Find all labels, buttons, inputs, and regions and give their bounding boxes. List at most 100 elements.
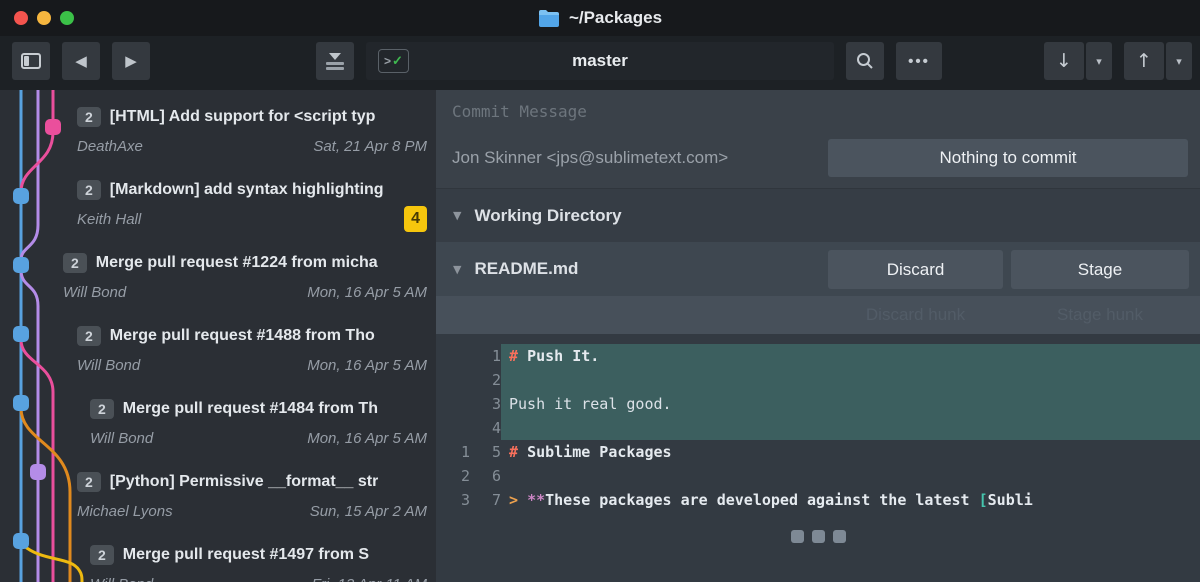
new-line-number: 2 <box>470 368 501 392</box>
commit-rows: 2[HTML] Add support for <script typDeath… <box>0 98 436 582</box>
commit-count-badge: 2 <box>77 472 101 492</box>
branch-selector[interactable]: > ✓ master <box>366 42 834 80</box>
new-line-number: 5 <box>470 440 501 464</box>
diff-line[interactable]: 2 <box>436 368 1200 392</box>
ellipsis-icon: ••• <box>908 53 930 70</box>
diff-line-code: Push it real good. <box>501 392 1200 416</box>
file-row-readme[interactable]: ▼ README.md Discard Stage <box>436 242 1200 296</box>
commit-list-item[interactable]: 2[Python] Permissive __format__ strMicha… <box>0 467 436 536</box>
diff-line[interactable]: 26 <box>436 464 1200 488</box>
fetch-button[interactable] <box>316 42 354 80</box>
zoom-window-button[interactable] <box>60 11 74 25</box>
commit-title: [Python] Permissive __format__ str <box>110 473 379 491</box>
diff-line[interactable]: 1# Push It. <box>436 344 1200 368</box>
minimize-window-button[interactable] <box>37 11 51 25</box>
diff-line[interactable]: 4 <box>436 416 1200 440</box>
commit-title: Merge pull request #1488 from Tho <box>110 327 375 345</box>
dot-icon <box>791 530 804 543</box>
commit-detail-panel: Commit Message Jon Skinner <jps@sublimet… <box>436 90 1200 582</box>
folder-icon <box>538 10 560 27</box>
stage-file-button[interactable]: Stage <box>1011 250 1189 289</box>
diff-line-code <box>501 368 1200 392</box>
new-line-number: 3 <box>470 392 501 416</box>
pull-button[interactable]: ↓ <box>1044 42 1084 80</box>
pull-icon: ↓ <box>1056 50 1072 72</box>
dot-icon <box>833 530 846 543</box>
commit-date: Fri, 13 Apr 11 AM <box>312 576 427 582</box>
commit-title: [HTML] Add support for <script typ <box>110 108 376 126</box>
chevron-down-icon: ▾ <box>1176 55 1182 68</box>
commit-author: Will Bond <box>77 357 140 374</box>
commit-author-label: Jon Skinner <jps@sublimetext.com> <box>452 148 728 168</box>
commit-author: Keith Hall <box>77 211 141 228</box>
commit-author: Will Bond <box>90 430 153 447</box>
toggle-sidebar-button[interactable] <box>12 42 50 80</box>
forward-button[interactable]: ▶ <box>112 42 150 80</box>
working-directory-header[interactable]: ▼ Working Directory <box>436 188 1200 242</box>
back-button[interactable]: ◀ <box>62 42 100 80</box>
hunk-header-bar: Discard hunk Stage hunk <box>436 296 1200 334</box>
window-controls <box>14 11 74 25</box>
diff-line[interactable]: 3Push it real good. <box>436 392 1200 416</box>
diff-line[interactable]: 37> **These packages are developed again… <box>436 488 1200 512</box>
title-bar: ~/Packages <box>0 0 1200 36</box>
diff-line-code <box>501 416 1200 440</box>
commit-list-item[interactable]: 2 [Markdown] add syntax highlighting Keith… <box>0 175 436 244</box>
diff-line-code: > **These packages are developed against… <box>501 488 1200 512</box>
more-content-indicator[interactable] <box>436 530 1200 543</box>
commit-title: Merge pull request #1497 from S <box>123 546 369 564</box>
old-line-number <box>436 344 470 368</box>
stage-hunk-button[interactable]: Stage hunk <box>1011 296 1189 334</box>
old-line-number <box>436 416 470 440</box>
commit-count-badge: 2 <box>77 326 101 346</box>
window-title: ~/Packages <box>538 8 662 28</box>
diff-line-code <box>501 464 1200 488</box>
commit-title: Merge pull request #1484 from Th <box>123 400 378 418</box>
commit-date: Mon, 16 Apr 5 AM <box>307 430 427 447</box>
old-line-number: 3 <box>436 488 470 512</box>
diff-view[interactable]: 1# Push It.23Push it real good.415# Subl… <box>436 334 1200 582</box>
commit-author: Will Bond <box>63 284 126 301</box>
more-options-button[interactable]: ••• <box>896 42 942 80</box>
commit-title: Merge pull request #1224 from micha <box>96 254 378 272</box>
old-line-number <box>436 368 470 392</box>
commit-count-badge: 2 <box>77 180 101 200</box>
commit-list-item[interactable]: 2Merge pull request #1497 from SWill Bon… <box>0 540 436 582</box>
window-title-text: ~/Packages <box>569 8 662 28</box>
commit-count-badge: 2 <box>63 253 87 273</box>
file-name-label: README.md <box>474 259 578 279</box>
new-line-number: 7 <box>470 488 501 512</box>
commit-date: Mon, 16 Apr 5 AM <box>307 284 427 301</box>
diff-line-code: # Sublime Packages <box>501 440 1200 464</box>
diff-line[interactable]: 15# Sublime Packages <box>436 440 1200 464</box>
new-line-number: 1 <box>470 344 501 368</box>
fetch-icon <box>326 53 344 70</box>
old-line-number: 1 <box>436 440 470 464</box>
collapse-icon[interactable]: ▼ <box>453 209 461 222</box>
close-window-button[interactable] <box>14 11 28 25</box>
old-line-number <box>436 392 470 416</box>
sidebar-icon <box>21 53 41 69</box>
current-branch-label: master <box>366 51 834 71</box>
new-line-number: 6 <box>470 464 501 488</box>
collapse-icon[interactable]: ▼ <box>453 263 461 276</box>
search-button[interactable] <box>846 42 884 80</box>
new-line-number: 4 <box>470 416 501 440</box>
working-directory-title: Working Directory <box>474 206 621 226</box>
commit-list-item[interactable]: 2 Merge pull request #1224 from micha Will… <box>0 248 436 317</box>
commit-list-item[interactable]: 2[HTML] Add support for <script typDeath… <box>0 102 436 171</box>
commit-message-input[interactable]: Commit Message <box>452 102 587 121</box>
commit-title: [Markdown] add syntax highlighting <box>110 181 384 199</box>
push-options-button[interactable]: ▾ <box>1166 42 1192 80</box>
commit-button[interactable]: Nothing to commit <box>828 139 1188 177</box>
pull-options-button[interactable]: ▾ <box>1086 42 1112 80</box>
commit-date: Sat, 21 Apr 8 PM <box>313 138 427 155</box>
discard-hunk-button[interactable]: Discard hunk <box>828 296 1003 334</box>
commit-history-list: 2[HTML] Add support for <script typDeath… <box>0 90 436 582</box>
commit-author: Will Bond <box>90 576 153 582</box>
push-button[interactable]: ↑ <box>1124 42 1164 80</box>
commit-list-item[interactable]: 2 Merge pull request #1484 from Th Will Bo… <box>0 394 436 463</box>
commit-list-item[interactable]: 2 Merge pull request #1488 from Tho Will B… <box>0 321 436 390</box>
discard-file-button[interactable]: Discard <box>828 250 1003 289</box>
commit-count-badge: 2 <box>90 399 114 419</box>
